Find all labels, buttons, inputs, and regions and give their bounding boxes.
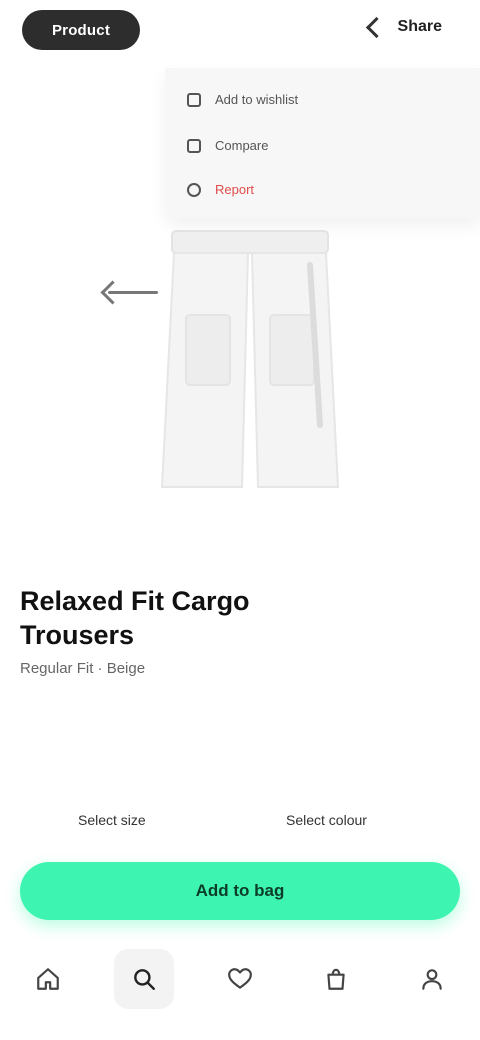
bottom-nav [0,944,480,1014]
product-subtitle: Regular Fit · Beige [20,660,146,677]
home-icon [37,968,59,990]
nav-profile[interactable] [402,949,462,1009]
product-image-area: Add to wishlist Compare Report [0,60,480,540]
add-to-bag-label: Add to bag [195,881,285,900]
add-to-bag-button[interactable]: Add to bag [20,862,460,920]
menu-item-wishlist[interactable]: Add to wishlist [187,92,298,107]
menu-item-compare[interactable]: Compare [187,138,268,153]
trousers-image [160,230,340,488]
nav-search[interactable] [114,949,174,1009]
previous-image-arrow[interactable] [98,278,158,308]
menu-item-label: Add to wishlist [215,92,299,107]
search-icon [134,969,155,990]
flag-icon [187,182,201,197]
size-selector[interactable]: Select size [78,812,146,828]
size-selector-label: Select size [78,812,146,828]
heart-icon [187,92,201,107]
share-area[interactable]: Share [365,16,442,38]
colour-selector[interactable]: Select colour [286,812,367,828]
chevron-left-icon [365,16,387,38]
nav-home[interactable] [18,949,78,1009]
nav-wishlist[interactable] [210,949,270,1009]
profile-icon [422,969,442,990]
heart-icon [228,968,252,989]
bag-icon [327,968,345,990]
compare-icon [187,138,201,153]
menu-item-label: Compare [215,138,269,153]
product-pill-label: Product [51,21,111,39]
nav-bag[interactable] [306,949,366,1009]
menu-item-report[interactable]: Report [187,182,254,197]
product-title: Relaxed Fit Cargo Trousers [20,586,250,650]
share-label: Share [397,18,442,35]
colour-selector-label: Select colour [286,812,367,828]
context-menu: Add to wishlist Compare Report [165,68,480,218]
arrow-left-icon [100,280,125,305]
product-pill[interactable]: Product [22,10,140,50]
menu-item-label: Report [215,182,255,197]
